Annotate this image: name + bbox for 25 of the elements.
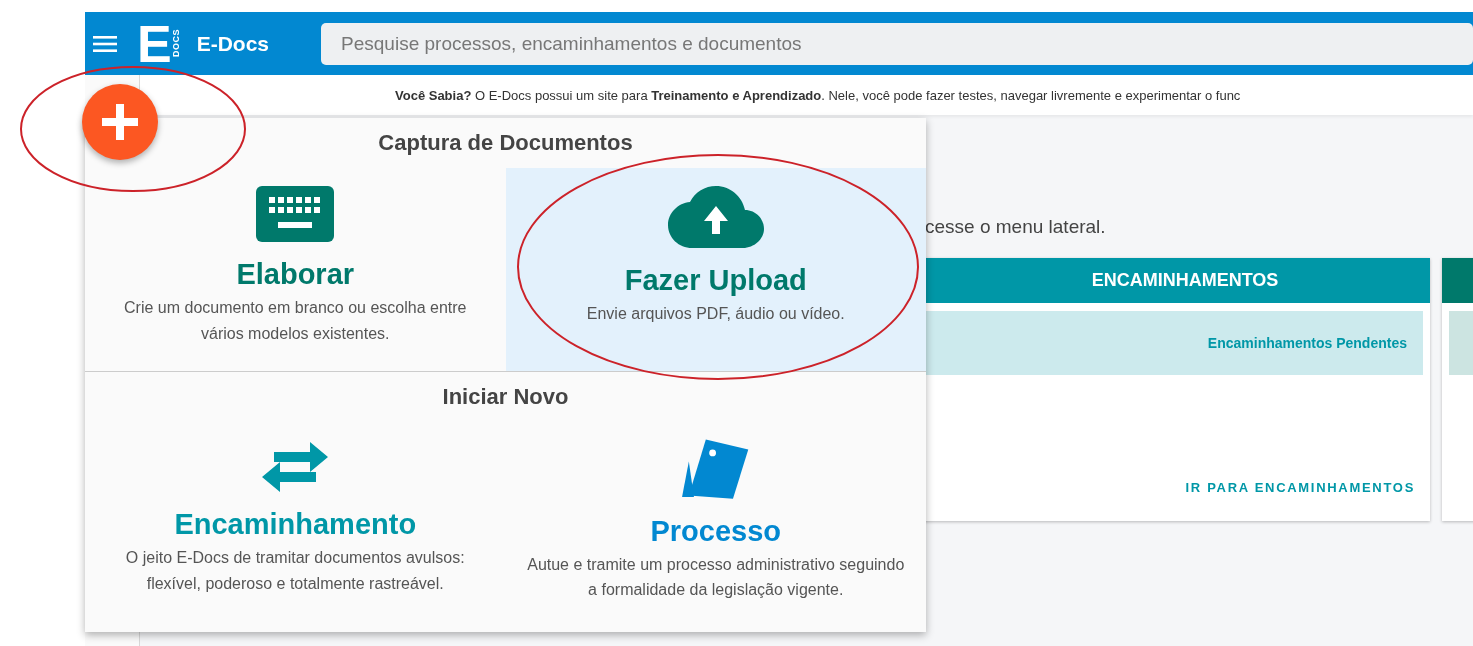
option-description: O jeito E-Docs de tramitar documentos avulsos: flexível, poderoso e totalmente rastreável.: [124, 548, 466, 594]
option-description: Crie um documento em branco ou escolha entre vários modelos existentes.: [123, 298, 468, 344]
option-title: Fazer Upload: [624, 264, 807, 297]
card-title: ENCAMINHAMENTOS: [1091, 270, 1279, 291]
option-title: Encaminhamento: [174, 508, 417, 541]
section-title: Iniciar Novo: [442, 384, 569, 410]
menu-icon[interactable]: [93, 34, 117, 53]
section-title: Captura de Documentos: [378, 130, 633, 156]
option-tile[interactable]: Processo Autue e tramite um processo administrativo seguindo a formalidade da legislação vigente.: [505, 418, 926, 621]
logo-letter: E: [137, 17, 170, 70]
search-field[interactable]: Pesquise processos, encaminhamentos e documentos: [321, 22, 1473, 65]
option-description: Envie arquivos PDF, áudio ou vídeo.: [586, 304, 845, 324]
card-link[interactable]: IR PARA ENCAMINHAMENTOS: [1185, 480, 1415, 495]
plus-icon: [100, 102, 140, 142]
option-title: Elaborar: [236, 258, 355, 291]
option-title: Processo: [650, 514, 782, 548]
option-tile[interactable]: Fazer Upload Envie arquivos PDF, áudio ou vídeo.: [505, 168, 926, 371]
logo-subtext: DOCS: [170, 29, 181, 58]
intro-text: cesse o menu lateral.: [924, 216, 1107, 238]
app-name: E-Docs: [196, 31, 270, 56]
info-message: Você Sabia? O E-Docs possui um site para Treinamento e Aprendizado. Nele, você pode fazer testes, navegar livremente e experimentar o func: [395, 87, 1241, 103]
pending-label: Encaminhamentos Pendentes: [1207, 335, 1407, 351]
option-tile[interactable]: Encaminhamento O jeito E-Docs de tramitar documentos avulsos: flexível, poderoso e totalmente rastreável.: [85, 418, 506, 621]
option-description: Autue e tramite um processo administrativo seguindo a formalidade da legislação vigente.: [526, 554, 906, 601]
option-tile[interactable]: Elaborar Crie um documento em branco ou escolha entre vários modelos existentes.: [85, 168, 506, 371]
